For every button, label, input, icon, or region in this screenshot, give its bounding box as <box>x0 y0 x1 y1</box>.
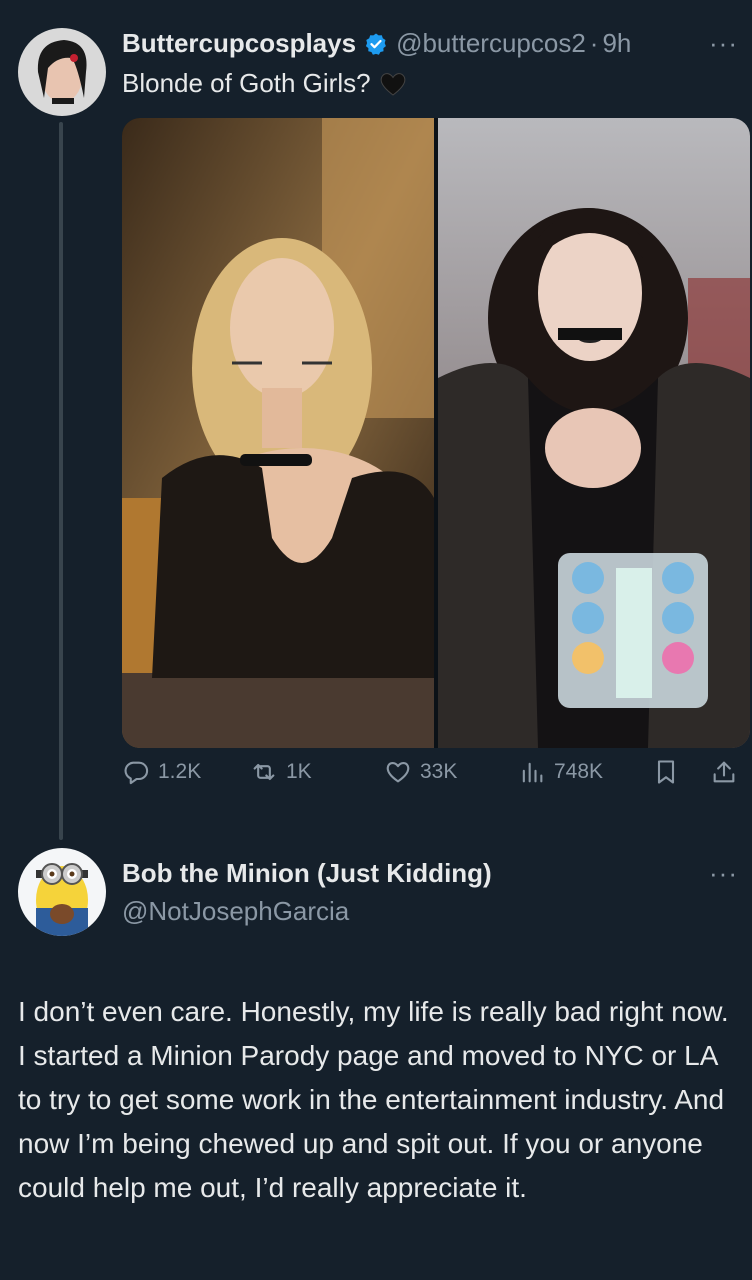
like-button[interactable]: 33K <box>384 758 457 786</box>
reply-button[interactable]: 1.2K <box>122 758 201 786</box>
more-options-icon[interactable]: ··· <box>709 28 738 59</box>
verified-badge-icon <box>365 33 386 55</box>
timestamp[interactable]: 9h <box>602 28 631 59</box>
separator-dot: · <box>589 28 599 58</box>
tweet-header: Buttercupcosplays @buttercupcos2 · 9h <box>122 28 631 59</box>
display-name[interactable]: Buttercupcosplays <box>122 28 356 59</box>
goth-woman-photo <box>438 118 750 748</box>
reply-count: 1.2K <box>158 760 202 783</box>
repost-count: 1K <box>286 760 312 783</box>
reply-header: Bob the Minion (Just Kidding) <box>122 858 492 889</box>
avatar[interactable] <box>18 28 106 116</box>
repost-button[interactable]: 1K <box>250 758 312 786</box>
like-count: 33K <box>420 760 458 783</box>
avatar-image <box>18 28 106 116</box>
heart-icon <box>386 762 410 783</box>
views-button[interactable]: 748K <box>518 758 603 786</box>
analytics-icon <box>522 762 543 783</box>
view-count: 748K <box>554 760 604 783</box>
tweet-media[interactable] <box>122 118 750 748</box>
bookmark-button[interactable] <box>652 758 688 786</box>
tweet-actions: 1.2K 1K 33K 748K <box>122 758 742 802</box>
blonde-woman-photo <box>122 118 434 748</box>
black-heart-icon <box>380 72 405 96</box>
repost-icon <box>253 763 275 781</box>
minion-avatar-image <box>18 848 106 936</box>
thread-line <box>59 122 63 840</box>
reply-icon <box>124 761 149 785</box>
reply-display-name[interactable]: Bob the Minion (Just Kidding) <box>122 858 492 888</box>
tweet-text-body: Blonde of Goth Girls? <box>122 68 371 98</box>
photo-left[interactable] <box>122 118 434 748</box>
bookmark-icon <box>657 760 675 784</box>
reply-more-options-icon[interactable]: ··· <box>709 858 738 889</box>
tweet-text: Blonde of Goth Girls? <box>122 68 407 99</box>
share-icon <box>713 761 735 783</box>
reply-text: I don’t even care. Honestly, my life is … <box>18 996 729 1203</box>
reply-user-handle[interactable]: @NotJosephGarcia <box>122 896 349 927</box>
photo-right[interactable] <box>438 118 750 748</box>
reply-avatar[interactable] <box>18 848 106 936</box>
user-handle[interactable]: @buttercupcos2 <box>396 28 586 59</box>
share-button[interactable] <box>710 758 746 786</box>
